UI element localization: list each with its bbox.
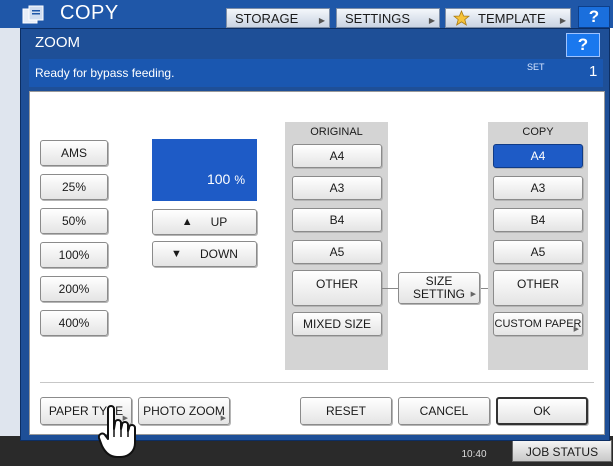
zoom-up-button[interactable]: ▲ UP [152,209,257,235]
copy-app-icon [22,5,44,24]
tab-settings-label: SETTINGS [345,11,411,26]
copy-heading: COPY [522,126,554,138]
tab-arrow-icon: ▶ [318,16,325,25]
star-icon [453,10,470,26]
original-a5-button[interactable]: A5 [292,240,382,264]
submenu-arrow-icon: ▶ [220,415,226,422]
original-b4-button[interactable]: B4 [292,208,382,232]
zoom-dialog: ZOOM ? Ready for bypass feeding. SET 1 A… [20,28,610,441]
copy-a4-button[interactable]: A4 [493,144,583,168]
pointing-hand-cursor [98,405,136,458]
background-help-button[interactable]: ? [578,6,610,28]
set-label: SET [527,62,545,72]
down-triangle-icon: ▼ [171,248,182,260]
zoom-value-display: 100% [152,139,257,201]
tab-template[interactable]: TEMPLATE ▶ [445,8,571,28]
photo-zoom-label: PHOTO ZOOM [143,404,225,418]
copy-b4-button[interactable]: B4 [493,208,583,232]
custom-paper-label: CUSTOM PAPER [494,318,582,330]
copy-a5-button[interactable]: A5 [493,240,583,264]
zoom-down-label: DOWN [199,247,238,261]
help-button[interactable]: ? [566,33,600,57]
zoom-value: 100% [207,171,245,187]
cancel-button[interactable]: CANCEL [398,397,490,425]
zoom-panel: AMS 25% 50% 100% 200% 400% 100% ▲ UP ▼ D… [29,91,605,435]
tab-settings[interactable]: SETTINGS ▶ [336,8,440,28]
preset-400-button[interactable]: 400% [40,310,108,336]
zoom-unit: % [234,173,245,187]
original-a4-button[interactable]: A4 [292,144,382,168]
zoom-number: 100 [206,171,231,187]
preset-25-button[interactable]: 25% [40,174,108,200]
reset-button[interactable]: RESET [300,397,392,425]
copy-a3-button[interactable]: A3 [493,176,583,200]
status-bar: Ready for bypass feeding. SET 1 [29,59,603,87]
size-setting-button[interactable]: SIZE SETTING ▶ [398,272,480,304]
zoom-up-label: UP [210,215,228,229]
size-setting-line2: SETTING [412,287,465,301]
tab-arrow-icon: ▶ [428,16,435,25]
preset-ams-button[interactable]: AMS [40,140,108,166]
job-status-button[interactable]: JOB STATUS [512,440,612,462]
preset-200-button[interactable]: 200% [40,276,108,302]
app-title: COPY [60,2,119,24]
status-message: Ready for bypass feeding. [35,66,175,80]
original-heading: ORIGINAL [310,126,363,138]
preset-100-button[interactable]: 100% [40,242,108,268]
mixed-size-button[interactable]: MIXED SIZE [292,312,382,336]
submenu-arrow-icon: ▶ [470,291,476,298]
original-other-button[interactable]: OTHER [292,270,382,306]
photo-zoom-button[interactable]: PHOTO ZOOM ▶ [138,397,230,425]
zoom-down-button[interactable]: ▼ DOWN [152,241,257,267]
submenu-arrow-icon: ▶ [573,326,579,333]
set-count: 1 [589,63,598,80]
copy-other-button[interactable]: OTHER [493,270,583,306]
preset-50-button[interactable]: 50% [40,208,108,234]
clock-time: 10:40 [461,449,487,460]
background-side-strip [0,28,20,436]
custom-paper-button[interactable]: CUSTOM PAPER ▶ [493,312,583,336]
ok-button[interactable]: OK [496,397,588,425]
connector-line [382,288,398,289]
tab-storage[interactable]: STORAGE ▶ [226,8,330,28]
tab-arrow-icon: ▶ [559,16,566,25]
up-triangle-icon: ▲ [181,216,193,228]
tab-template-label: TEMPLATE [478,11,546,26]
footer-divider [40,382,594,383]
clock: 10:40 [444,440,504,460]
dialog-title: ZOOM [35,34,80,51]
original-a3-button[interactable]: A3 [292,176,382,200]
tab-storage-label: STORAGE [235,11,299,26]
